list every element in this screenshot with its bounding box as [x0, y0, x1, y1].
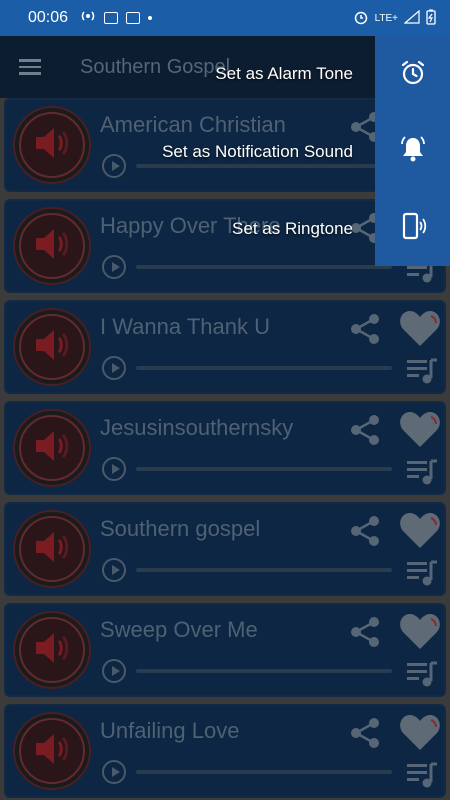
menu-item-ringtone[interactable]: Set as Ringtone [232, 219, 353, 239]
track-disc[interactable] [13, 510, 91, 588]
track-progress-bar[interactable] [136, 366, 392, 370]
track-card[interactable]: Unfailing Love [4, 704, 446, 798]
speaker-icon [30, 426, 74, 471]
status-time: 00:06 [28, 9, 69, 26]
alarm-icon [399, 59, 427, 92]
track-disc[interactable] [13, 611, 91, 689]
bell-icon [399, 135, 427, 168]
battery-icon [426, 9, 436, 28]
hotspot-icon [80, 9, 96, 27]
favorite-heart-icon[interactable] [398, 611, 442, 651]
gallery-icon [104, 12, 119, 24]
track-progress-bar[interactable] [136, 568, 392, 572]
track-title: Unfailing Love [100, 718, 240, 743]
status-bar: 00:06 LTE+ [0, 0, 450, 36]
alarm-status-icon [353, 9, 369, 28]
play-icon[interactable] [102, 457, 126, 481]
play-icon[interactable] [102, 659, 126, 683]
menu-item-notification-sound[interactable]: Set as Notification Sound [162, 142, 353, 162]
screenshot-icon [126, 12, 141, 24]
notification-button[interactable] [375, 114, 450, 188]
share-icon[interactable] [348, 312, 382, 346]
favorite-heart-icon[interactable] [398, 409, 442, 449]
more-notifications-icon [148, 16, 153, 20]
status-right-icons: LTE+ [353, 9, 436, 28]
track-card[interactable]: Sweep Over Me [4, 603, 446, 697]
track-title: I Wanna Thank U [100, 314, 270, 339]
speaker-icon [30, 527, 74, 572]
ringtone-button[interactable] [375, 191, 450, 265]
track-progress-bar[interactable] [136, 467, 392, 471]
track-card[interactable]: I Wanna Thank U [4, 300, 446, 394]
track-card[interactable]: Jesusinsouthernsky [4, 401, 446, 495]
track-card[interactable]: Southern gospel [4, 502, 446, 596]
track-disc[interactable] [13, 712, 91, 790]
play-icon[interactable] [102, 558, 126, 582]
favorite-heart-icon[interactable] [398, 308, 442, 348]
favorite-heart-icon[interactable] [398, 712, 442, 752]
playlist-add-icon[interactable] [406, 659, 438, 689]
track-title: Sweep Over Me [100, 617, 258, 642]
track-title: Southern gospel [100, 516, 261, 541]
playlist-add-icon[interactable] [406, 760, 438, 790]
speaker-icon [30, 729, 74, 774]
playlist-add-icon[interactable] [406, 558, 438, 588]
alarm-button[interactable] [375, 38, 450, 112]
phone-ring-icon [399, 211, 427, 246]
set-as-menu: Set as Alarm Tone Set as Notification So… [0, 36, 375, 266]
track-progress-bar[interactable] [136, 770, 392, 774]
favorite-heart-icon[interactable] [398, 510, 442, 550]
track-disc[interactable] [13, 308, 91, 386]
play-icon[interactable] [102, 760, 126, 784]
playlist-add-icon[interactable] [406, 457, 438, 487]
track-disc[interactable] [13, 409, 91, 487]
status-left-icons [80, 9, 153, 27]
play-icon[interactable] [102, 356, 126, 380]
share-icon[interactable] [348, 615, 382, 649]
speaker-icon [30, 325, 74, 370]
menu-item-alarm-tone[interactable]: Set as Alarm Tone [215, 64, 353, 84]
set-as-action-panel [375, 36, 450, 266]
playlist-add-icon[interactable] [406, 356, 438, 386]
signal-icon [403, 9, 420, 27]
network-type-label: LTE+ [374, 12, 398, 24]
speaker-icon [30, 628, 74, 673]
track-title: Jesusinsouthernsky [100, 415, 294, 440]
share-icon[interactable] [348, 413, 382, 447]
share-icon[interactable] [348, 716, 382, 750]
track-progress-bar[interactable] [136, 669, 392, 673]
share-icon[interactable] [348, 514, 382, 548]
